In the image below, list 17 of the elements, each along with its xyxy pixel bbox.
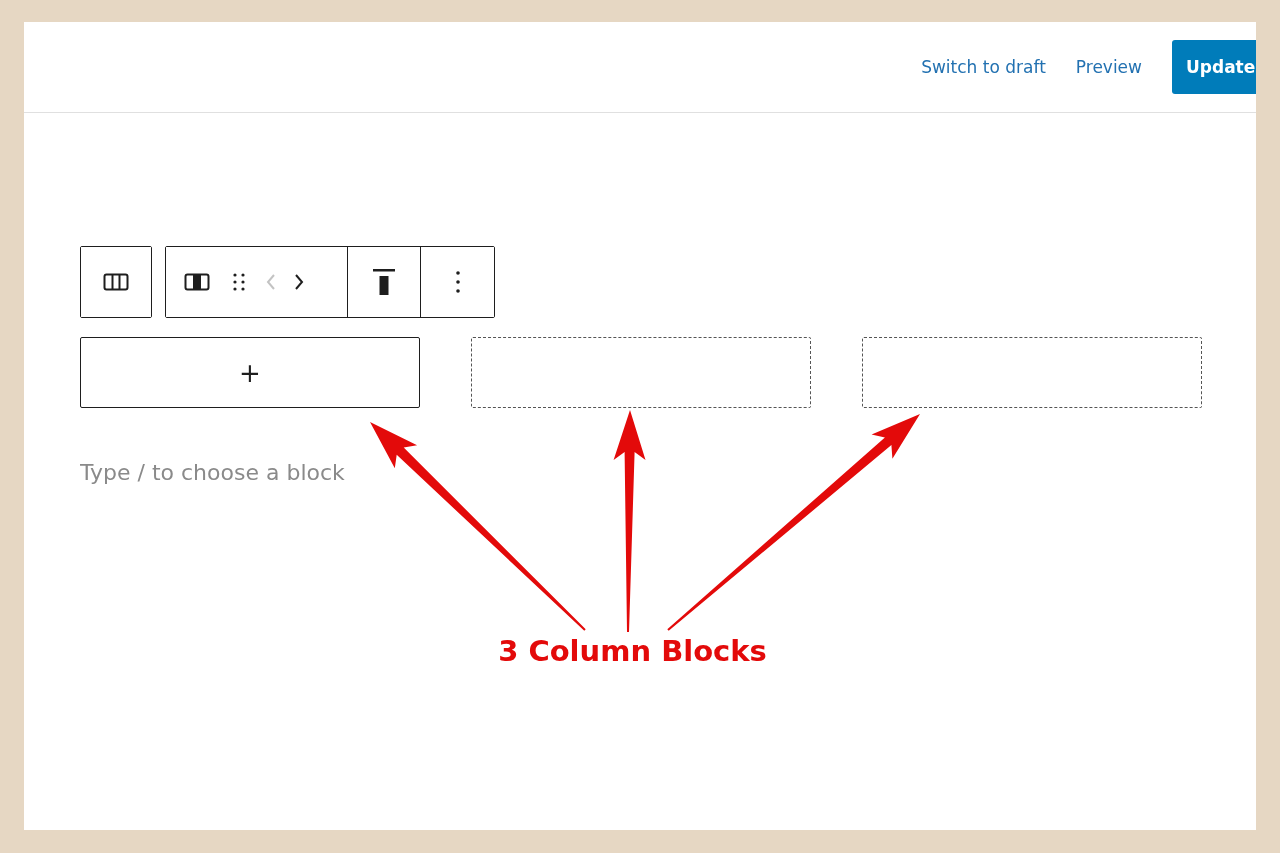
column-block[interactable] bbox=[862, 337, 1202, 408]
add-block-button[interactable]: + bbox=[239, 359, 261, 386]
drag-icon bbox=[232, 272, 246, 292]
header-link[interactable]: Preview bbox=[1075, 57, 1142, 77]
columns-block-button[interactable] bbox=[81, 247, 151, 317]
column-block[interactable] bbox=[471, 337, 811, 408]
chevron-left-icon bbox=[266, 273, 276, 291]
update-button[interactable]: Update bbox=[1172, 40, 1256, 94]
columns-icon bbox=[103, 273, 129, 291]
column-icon bbox=[184, 273, 210, 291]
more-icon bbox=[455, 271, 460, 293]
paragraph-input[interactable]: Type / to choose a block bbox=[80, 460, 410, 485]
column-block[interactable]: + bbox=[80, 337, 420, 408]
annotation-label: 3 Column Blocks bbox=[498, 634, 767, 668]
align-top-icon bbox=[373, 269, 395, 295]
header-link[interactable]: Switch to draft bbox=[921, 57, 1046, 77]
chevron-right-icon bbox=[294, 273, 304, 291]
